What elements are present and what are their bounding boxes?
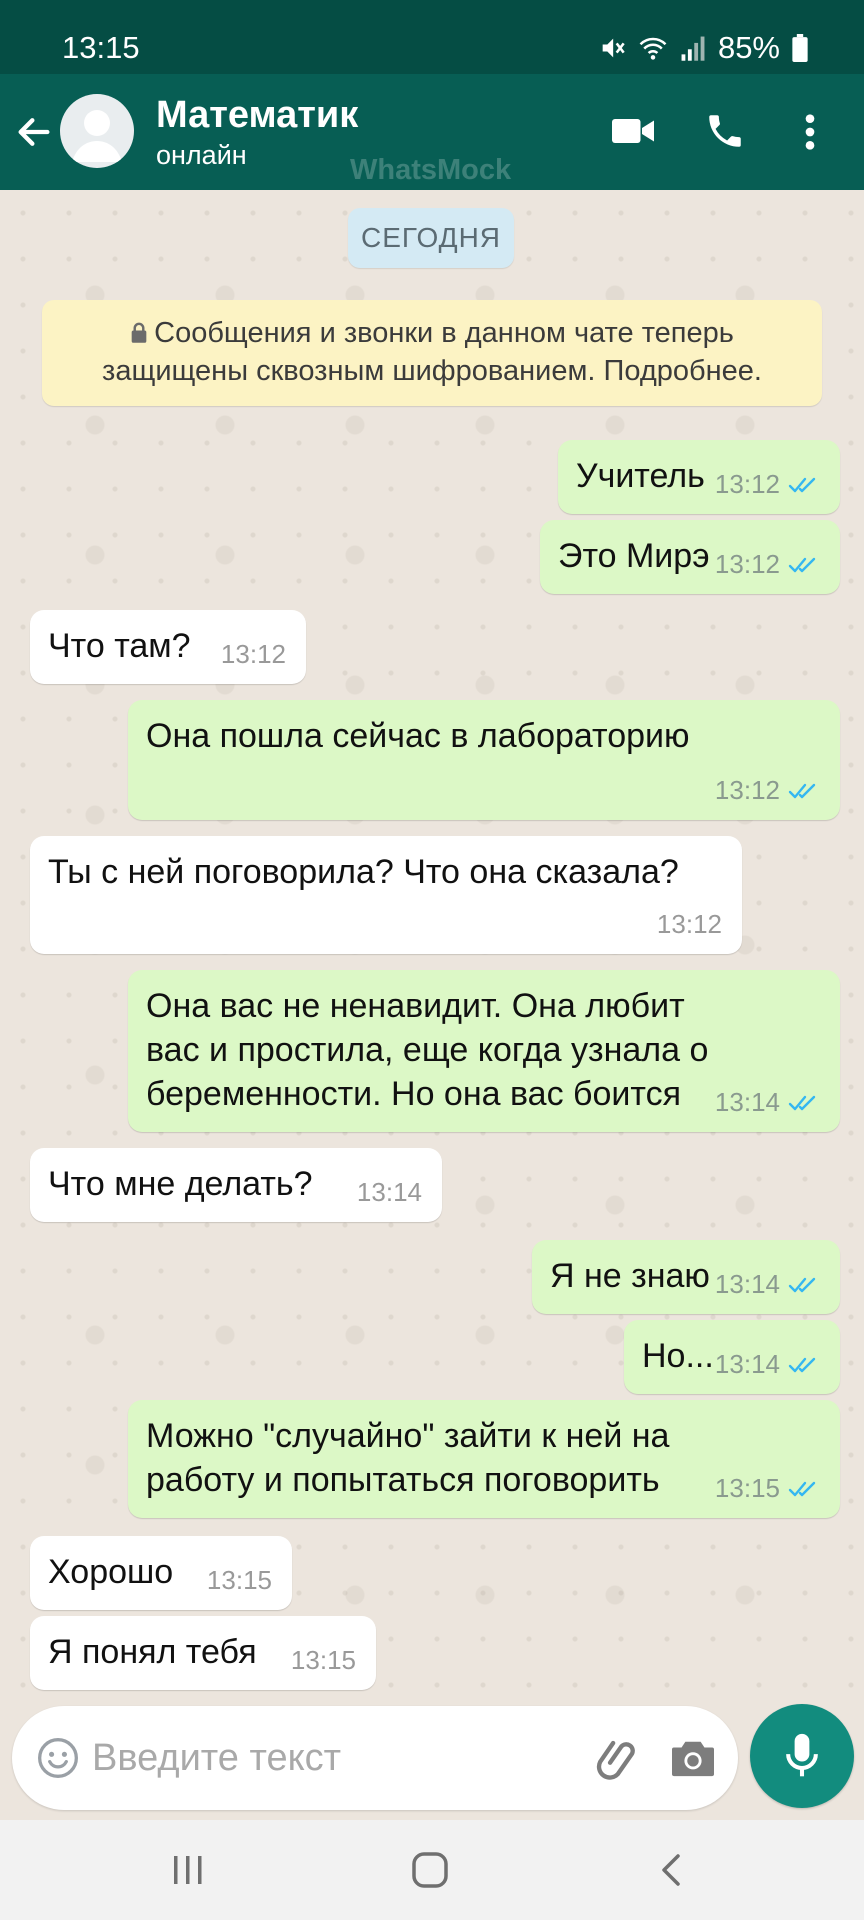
message-text: Можно "случайно" зайти к ней на работу и…	[146, 1417, 670, 1499]
message-time: 13:14	[714, 1269, 780, 1299]
read-ticks-icon	[788, 1095, 816, 1110]
read-ticks-icon	[788, 1481, 816, 1496]
video-call-icon[interactable]	[612, 116, 654, 146]
message-text: Я не знаю	[550, 1257, 710, 1295]
read-ticks-icon	[788, 1277, 816, 1292]
camera-icon[interactable]	[670, 1736, 716, 1778]
message-text: Что там?	[48, 627, 191, 665]
wifi-icon	[639, 37, 667, 60]
status-time: 13:15	[62, 30, 140, 65]
message-time: 13:14	[714, 1349, 780, 1379]
message-text: Она вас не ненавидит. Она любит вас и пр…	[146, 987, 709, 1113]
message-meta: 13:12	[657, 909, 722, 940]
encryption-notice-line2: защищены сквозным шифрованием. Подробнее…	[102, 355, 762, 387]
message-time: 13:14	[356, 1177, 422, 1207]
message-meta: 13:14	[357, 1177, 422, 1208]
message-bubble-incoming[interactable]: Что мне делать? 13:14	[30, 1148, 442, 1222]
encryption-notice-text1: Сообщения и звонки в данном чате теперь	[154, 317, 734, 349]
message-meta: 13:15	[207, 1565, 272, 1596]
read-ticks-icon	[788, 1357, 816, 1372]
message-bubble-outgoing[interactable]: Это Мирэ 13:12	[540, 520, 840, 594]
message-time: 13:12	[656, 909, 722, 939]
watermark: WhatsMock	[350, 154, 512, 186]
attach-icon[interactable]	[592, 1732, 644, 1784]
recent-apps-icon[interactable]	[170, 1850, 206, 1890]
mute-icon	[602, 38, 625, 58]
message-meta: 13:14	[715, 1087, 820, 1118]
system-nav-bar	[0, 1820, 864, 1920]
message-bubble-incoming[interactable]: Я понял тебя 13:15	[30, 1616, 376, 1690]
message-bubble-outgoing[interactable]: Она вас не ненавидит. Она любит вас и пр…	[128, 970, 840, 1132]
message-bubble-outgoing[interactable]: Можно "случайно" зайти к ней на работу и…	[128, 1400, 840, 1518]
date-divider: СЕГОДНЯ	[348, 208, 514, 268]
message-time: 13:15	[714, 1473, 780, 1503]
message-bubble-incoming[interactable]: Хорошо 13:15	[30, 1536, 292, 1610]
message-meta: 13:12	[715, 469, 820, 500]
mic-button[interactable]	[750, 1704, 854, 1808]
message-meta: 13:14	[715, 1349, 820, 1380]
more-vert-icon[interactable]	[804, 112, 816, 152]
message-meta: 13:15	[715, 1473, 820, 1504]
message-time: 13:12	[714, 775, 780, 805]
message-meta: 13:12	[715, 775, 820, 806]
message-time: 13:14	[714, 1087, 780, 1117]
message-meta: 13:15	[291, 1645, 356, 1676]
message-time: 13:12	[714, 469, 780, 499]
emoji-icon[interactable]	[36, 1736, 80, 1780]
message-text: Она пошла сейчас в лабораторию	[146, 717, 690, 755]
message-text: Я понял тебя	[48, 1633, 257, 1671]
avatar[interactable]	[60, 94, 134, 168]
back-nav-icon[interactable]	[656, 1850, 686, 1890]
contact-status: онлайн	[156, 140, 247, 170]
message-text: Что мне делать?	[48, 1165, 313, 1203]
message-bubble-outgoing[interactable]: Учитель 13:12	[558, 440, 840, 514]
message-text: Но...	[642, 1337, 714, 1375]
message-bubble-outgoing[interactable]: Я не знаю 13:14	[532, 1240, 840, 1314]
encryption-notice-line1: Сообщения и звонки в данном чате теперь	[42, 314, 822, 352]
message-bubble-outgoing[interactable]: Она пошла сейчас в лабораторию 13:12	[128, 700, 840, 820]
message-meta: 13:12	[221, 639, 286, 670]
encryption-notice[interactable]: Сообщения и звонки в данном чате теперь …	[42, 300, 822, 406]
battery-percent: 85%	[717, 30, 780, 65]
status-icons: 85%	[598, 30, 808, 66]
avatar-placeholder-icon	[72, 110, 122, 162]
lock-icon	[131, 322, 147, 343]
signal-icon	[681, 36, 705, 61]
mic-icon	[786, 1733, 818, 1777]
message-time: 13:15	[290, 1645, 356, 1675]
battery-icon	[792, 34, 808, 62]
chat-header: Математик онлайн WhatsMock	[0, 74, 864, 190]
message-text: Учитель	[576, 457, 705, 495]
status-bar: 13:15 85%	[0, 0, 864, 74]
message-time: 13:12	[220, 639, 286, 669]
home-icon[interactable]	[410, 1850, 450, 1890]
message-meta: 13:12	[715, 549, 820, 580]
read-ticks-icon	[788, 783, 816, 798]
message-bubble-incoming[interactable]: Ты с ней поговорила? Что она сказала? 13…	[30, 836, 742, 954]
message-input[interactable]	[92, 1730, 572, 1786]
contact-name[interactable]: Математик	[156, 94, 358, 137]
read-ticks-icon	[788, 557, 816, 572]
read-ticks-icon	[788, 477, 816, 492]
message-text: Хорошо	[48, 1553, 174, 1591]
message-time: 13:12	[714, 549, 780, 579]
phone-icon[interactable]	[704, 110, 746, 152]
message-bubble-outgoing[interactable]: Но... 13:14	[624, 1320, 840, 1394]
message-text: Это Мирэ	[558, 537, 710, 575]
back-arrow-icon[interactable]	[14, 112, 54, 152]
message-composer	[12, 1706, 738, 1810]
message-meta: 13:14	[715, 1269, 820, 1300]
message-text: Ты с ней поговорила? Что она сказала?	[48, 853, 679, 891]
message-bubble-incoming[interactable]: Что там? 13:12	[30, 610, 306, 684]
message-time: 13:15	[206, 1565, 272, 1595]
